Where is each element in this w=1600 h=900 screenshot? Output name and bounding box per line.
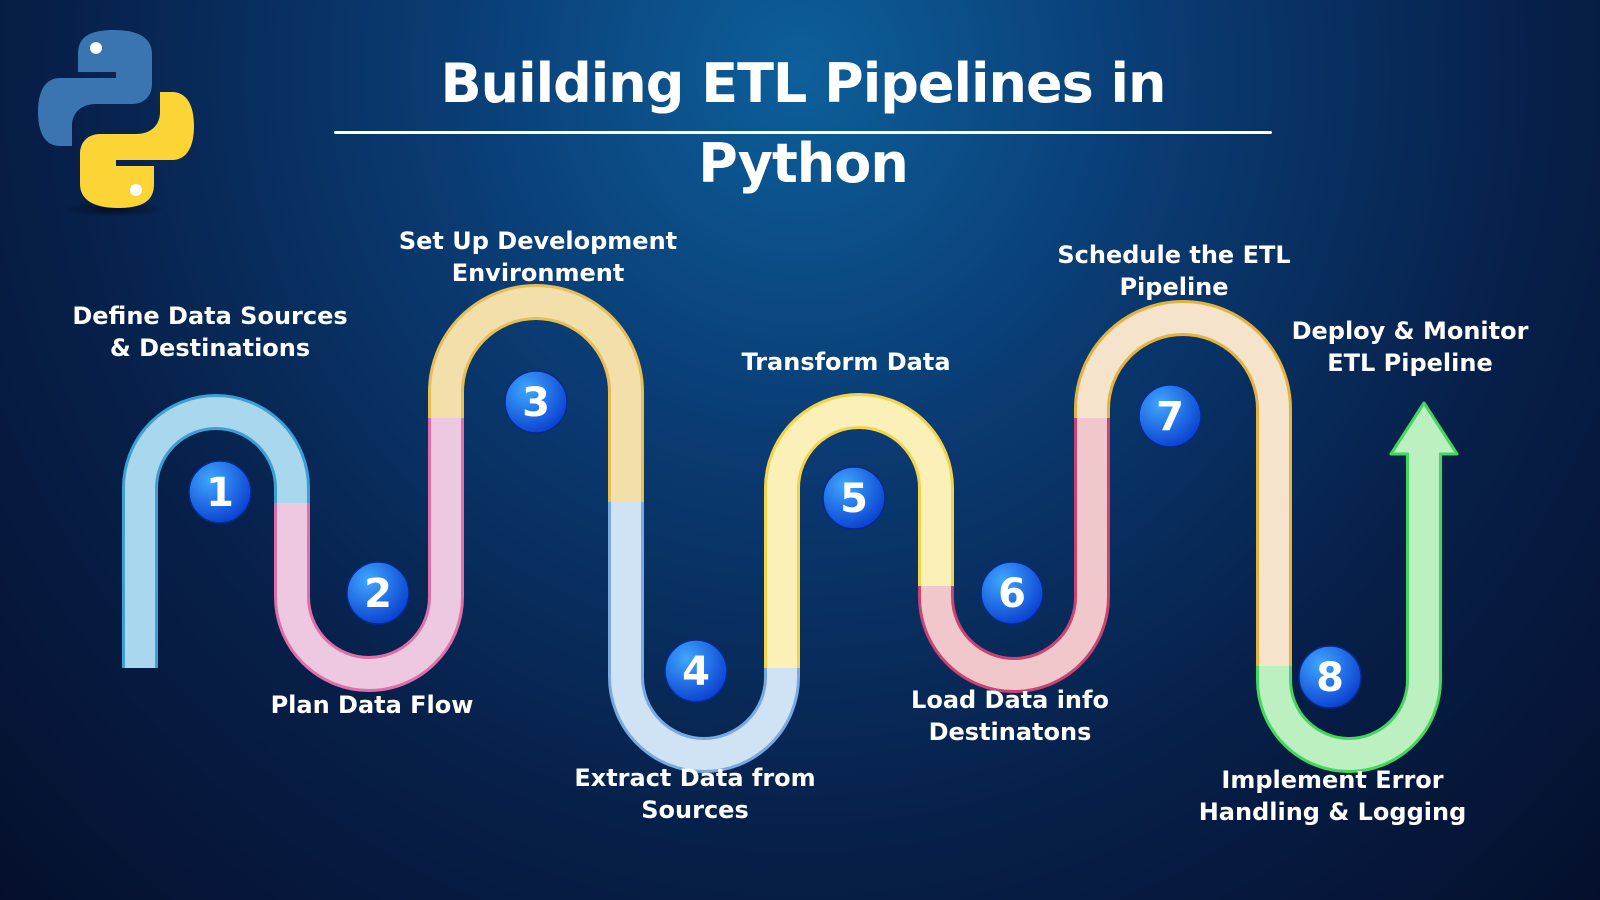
final-step-label: Deploy & Monitor ETL Pipeline [1291,317,1529,377]
step-4-label: Extract Data from Sources [574,764,816,824]
step-7-label: Schedule the ETL Pipeline [1057,241,1291,301]
step-7-number: 7 [1156,394,1184,440]
step-5-number: 5 [840,476,868,522]
step-8-label: Implement Error Handling & Logging [1198,766,1467,826]
step-2-number: 2 [364,571,392,617]
step-6-label: Load Data info Destinatons [911,686,1109,746]
arrow-stem [1409,444,1439,474]
segment-5 [767,396,951,668]
segment-1 [125,397,307,668]
segment-2 [277,418,461,689]
step-6-number: 6 [998,571,1026,617]
step-1-number: 1 [206,470,234,516]
step-4-number: 4 [682,649,710,695]
step-3-label: Set Up Development Environment [398,227,678,287]
segment-8-border [1256,448,1442,773]
step-5-label: Transform Data [741,348,951,376]
step-1-label: Define Data Sources & Destinations [72,302,348,362]
segment-6 [921,418,1107,690]
step-3-number: 3 [522,380,550,426]
segment-4 [611,502,797,770]
step-8-number: 8 [1316,655,1344,701]
step-2-label: Plan Data Flow [270,691,474,719]
etl-infographic: Building ETL Pipelines in Python 1234567… [0,0,1600,900]
